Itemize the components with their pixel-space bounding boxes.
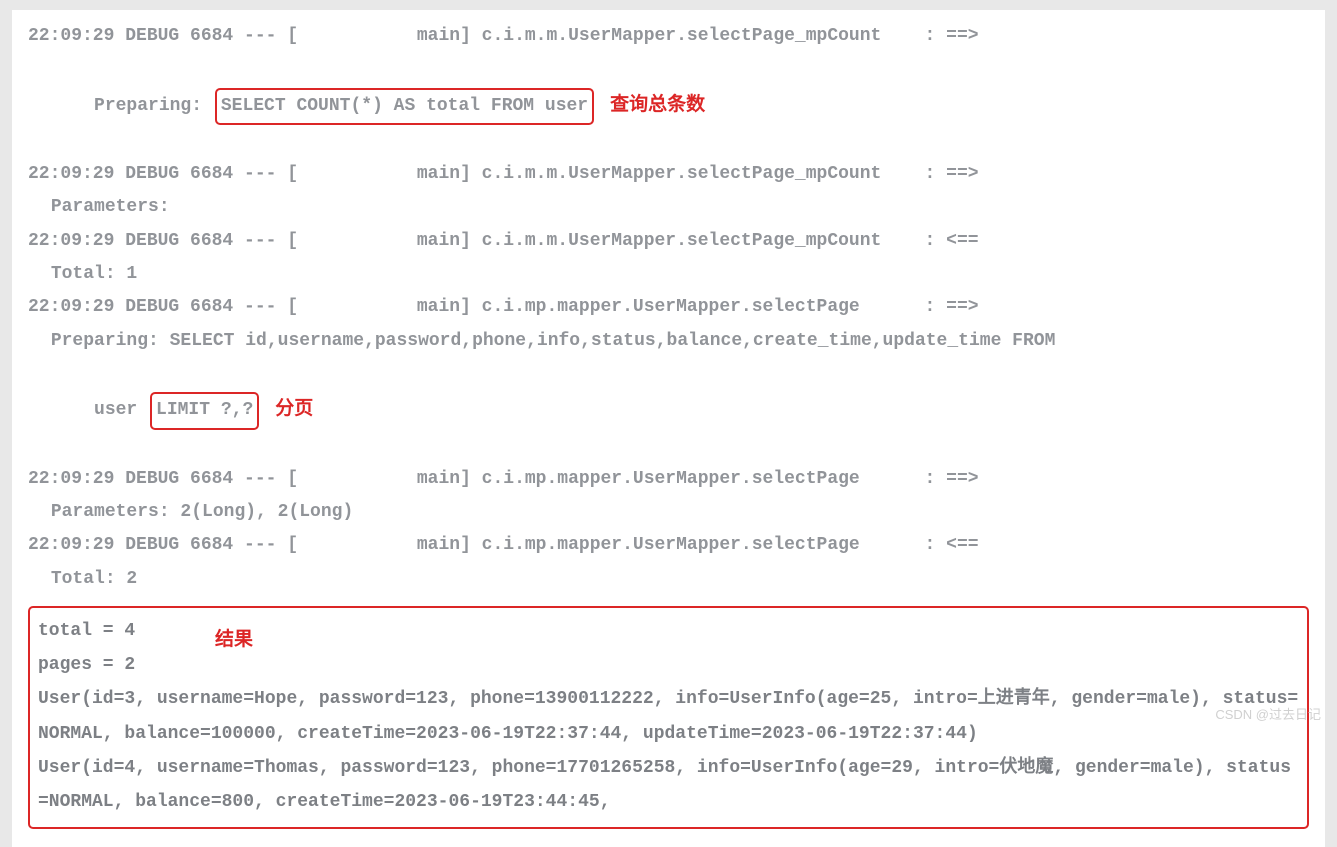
annotation-count: 查询总条数 — [610, 87, 705, 122]
preparing-label: Preparing: — [83, 96, 213, 116]
log-line-4-body2: user LIMIT ?,? 分页 — [28, 358, 1309, 463]
log-line-4-header: 22:09:29 DEBUG 6684 --- [ main] c.i.mp.m… — [28, 291, 1309, 324]
log-line-6-body: Total: 2 — [28, 563, 1309, 596]
annotation-result: 结果 — [215, 622, 253, 658]
log-line-1-header: 22:09:29 DEBUG 6684 --- [ main] c.i.m.m.… — [28, 20, 1309, 53]
sql-limit-highlight: LIMIT ?,? — [150, 392, 259, 429]
log-line-3-body: Total: 1 — [28, 258, 1309, 291]
log-line-2-body: Parameters: — [28, 191, 1309, 224]
watermark: CSDN @过去日记 — [1215, 703, 1321, 727]
result-box: 结果 total = 4 pages = 2 User(id=3, userna… — [28, 606, 1309, 829]
log-panel: 22:09:29 DEBUG 6684 --- [ main] c.i.m.m.… — [12, 10, 1325, 847]
log-line-6-header: 22:09:29 DEBUG 6684 --- [ main] c.i.mp.m… — [28, 529, 1309, 562]
log-line-5-header: 22:09:29 DEBUG 6684 --- [ main] c.i.mp.m… — [28, 463, 1309, 496]
annotation-page: 分页 — [275, 391, 313, 426]
log-line-5-body: Parameters: 2(Long), 2(Long) — [28, 496, 1309, 529]
result-user-3: User(id=3, username=Hope, password=123, … — [38, 682, 1299, 750]
sql-count-highlight: SELECT COUNT(*) AS total FROM user — [215, 88, 594, 125]
log-line-4-body1: Preparing: SELECT id,username,password,p… — [28, 325, 1309, 358]
log-line-3-header: 22:09:29 DEBUG 6684 --- [ main] c.i.m.m.… — [28, 225, 1309, 258]
result-user-4: User(id=4, username=Thomas, password=123… — [38, 751, 1299, 819]
log-line-2-header: 22:09:29 DEBUG 6684 --- [ main] c.i.m.m.… — [28, 158, 1309, 191]
sql-from-user: user — [83, 400, 148, 420]
log-line-1-body: Preparing: SELECT COUNT(*) AS total FROM… — [28, 53, 1309, 158]
